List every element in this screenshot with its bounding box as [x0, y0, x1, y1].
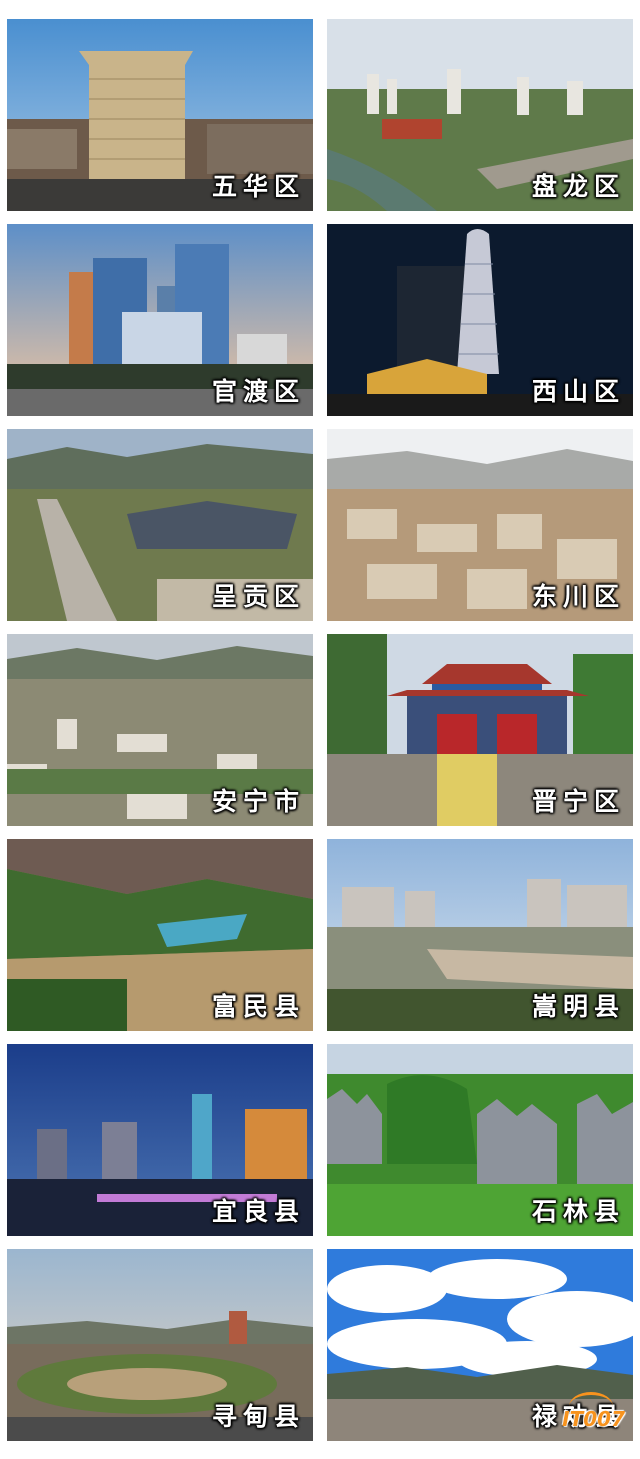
tile-label: 富民县 [211, 992, 305, 1021]
tile-label: 石林县 [531, 1197, 625, 1226]
tile-label: 五华区 [211, 172, 305, 201]
photo-guandu: 官渡区 [7, 224, 313, 416]
photo-xundian: 寻甸县 [7, 1249, 313, 1441]
photo-xishan: 西山区 [327, 224, 633, 416]
tile-label: 寻甸县 [211, 1402, 305, 1431]
watermark-logo: IT007 [562, 1407, 625, 1431]
district-photo-grid: 五华区 盘龙区 官渡区 西山区 呈贡区 东川区 安宁市 晋宁区 富民县 嵩明县 … [0, 0, 640, 1459]
tile-label: 呈贡区 [211, 582, 305, 611]
tile-label: 安宁市 [211, 787, 305, 816]
photo-wuhua: 五华区 [7, 19, 313, 211]
tile-label: 晋宁区 [531, 787, 625, 816]
tile-label: 东川区 [531, 582, 625, 611]
photo-luquan: 禄劝县 IT007 [327, 1249, 633, 1441]
photo-fumin: 富民县 [7, 839, 313, 1031]
photo-shilin: 石林县 [327, 1044, 633, 1236]
tile-label: 盘龙区 [531, 172, 625, 201]
photo-songming: 嵩明县 [327, 839, 633, 1031]
tile-label: 嵩明县 [531, 992, 625, 1021]
photo-chenggong: 呈贡区 [7, 429, 313, 621]
photo-dongchuan: 东川区 [327, 429, 633, 621]
photo-anning: 安宁市 [7, 634, 313, 826]
photo-yiliang: 宜良县 [7, 1044, 313, 1236]
photo-panlong: 盘龙区 [327, 19, 633, 211]
tile-label: 宜良县 [211, 1197, 305, 1226]
photo-jinning: 晋宁区 [327, 634, 633, 826]
tile-label: 官渡区 [211, 377, 305, 406]
tile-label: 西山区 [531, 377, 625, 406]
